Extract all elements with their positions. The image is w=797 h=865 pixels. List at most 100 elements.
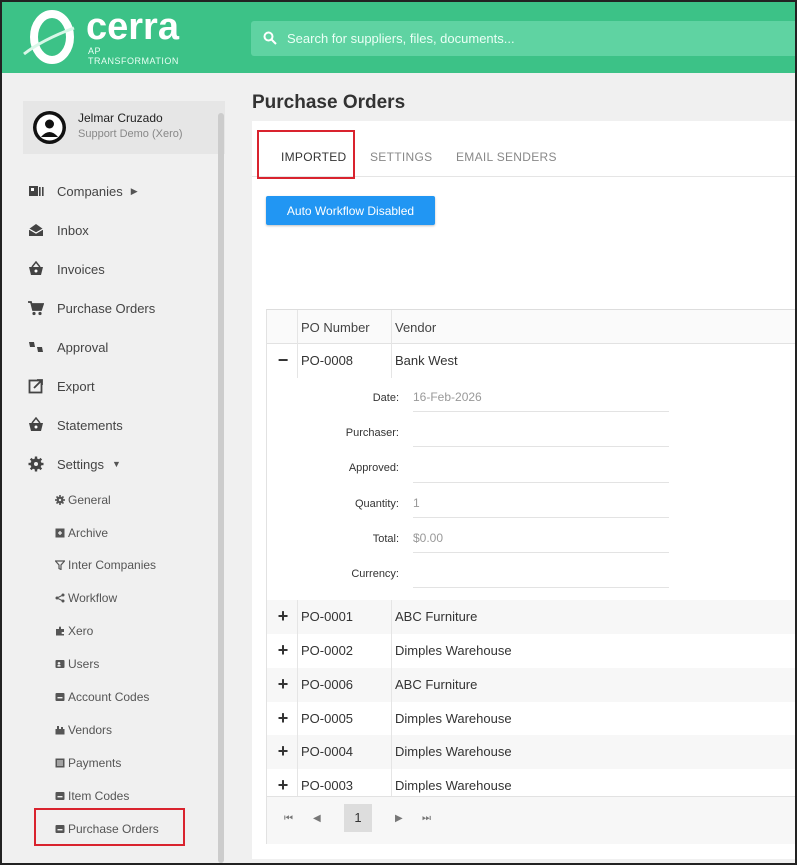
- table-row[interactable]: + PO-0006 ABC Furniture: [267, 668, 797, 702]
- settings-item-users[interactable]: Users: [55, 654, 99, 674]
- users-icon: [55, 660, 65, 668]
- sidebar-item-inbox[interactable]: Inbox: [28, 218, 89, 242]
- settings-item-label: Payments: [68, 756, 122, 770]
- expand-icon[interactable]: +: [275, 709, 291, 727]
- tab-settings[interactable]: SETTINGS: [370, 150, 432, 164]
- settings-item-vendors[interactable]: Vendors: [55, 720, 112, 740]
- search-input[interactable]: [287, 21, 787, 56]
- table-row[interactable]: + PO-0002 Dimples Warehouse: [267, 634, 797, 668]
- search-icon: [263, 31, 277, 45]
- caret-down-icon: ▼: [111, 459, 121, 469]
- sidebar-item-label: Export: [57, 378, 95, 394]
- prev-page-icon[interactable]: ◀: [313, 813, 321, 824]
- detail-value-approved[interactable]: [413, 455, 669, 483]
- cart-icon: [28, 301, 44, 316]
- avatar: [33, 111, 66, 144]
- cerra-logo[interactable]: cerra AP TRANSFORMATION: [22, 6, 192, 66]
- user-name: Jelmar Cruzado: [78, 111, 163, 125]
- expand-icon[interactable]: +: [275, 776, 291, 794]
- column-divider: [391, 600, 392, 634]
- detail-label-currency: Currency:: [351, 568, 399, 580]
- settings-item-label: Account Codes: [68, 690, 150, 704]
- tab-email-senders[interactable]: EMAIL SENDERS: [456, 150, 557, 164]
- settings-item-label: Xero: [68, 624, 94, 638]
- column-divider: [391, 735, 392, 769]
- sidebar-item-label: Inbox: [57, 222, 89, 238]
- po-grid: PO Number Vendor − PO-0008 Bank West Dat…: [266, 309, 797, 844]
- basket-icon: [29, 261, 43, 275]
- column-divider: [391, 702, 392, 736]
- column-divider: [391, 634, 392, 668]
- detail-value-date[interactable]: 16-Feb-2026: [413, 384, 669, 412]
- sidebar-item-purchase-orders[interactable]: Purchase Orders: [28, 296, 155, 320]
- settings-item-account-codes[interactable]: Account Codes: [55, 687, 149, 707]
- detail-value-total[interactable]: $0.00: [413, 525, 669, 553]
- expand-icon[interactable]: +: [275, 742, 291, 760]
- main-panel: IMPORTED SETTINGS EMAIL SENDERS Auto Wor…: [252, 121, 797, 859]
- settings-item-label: Vendors: [68, 723, 113, 737]
- sidebar-item-approval[interactable]: Approval: [28, 335, 108, 359]
- user-card[interactable]: Jelmar Cruzado Support Demo (Xero): [23, 101, 225, 154]
- sidebar-item-settings[interactable]: Settings ▼: [28, 452, 121, 476]
- table-row-expanded[interactable]: − PO-0008 Bank West: [267, 344, 797, 378]
- sidebar-item-companies[interactable]: Companies ▶: [28, 179, 138, 203]
- settings-item-inter-companies[interactable]: Inter Companies: [55, 555, 156, 575]
- expand-icon[interactable]: +: [275, 607, 291, 625]
- sidebar-scrollbar[interactable]: [218, 113, 224, 863]
- user-org: Support Demo (Xero): [78, 128, 183, 140]
- settings-item-label: Inter Companies: [68, 558, 157, 572]
- expand-icon[interactable]: +: [275, 641, 291, 659]
- sidebar-item-export[interactable]: Export: [28, 374, 95, 398]
- column-header-po-number[interactable]: PO Number: [301, 320, 370, 335]
- settings-item-archive[interactable]: Archive: [55, 523, 108, 543]
- detail-value-currency[interactable]: [413, 560, 669, 588]
- user-avatar-icon: [33, 111, 66, 144]
- expand-icon[interactable]: +: [275, 675, 291, 693]
- thumbs-icon: [29, 342, 43, 352]
- page-number-button[interactable]: 1: [344, 804, 372, 832]
- detail-label-date: Date:: [372, 392, 399, 404]
- caret-right-icon: ▶: [130, 185, 138, 196]
- vendor-cell: Bank West: [395, 353, 458, 368]
- vendor-cell: Dimples Warehouse: [395, 643, 512, 658]
- detail-value-quantity[interactable]: 1: [413, 490, 669, 518]
- sidebar-item-invoices[interactable]: Invoices: [28, 257, 105, 281]
- settings-item-payments[interactable]: Payments: [55, 753, 121, 773]
- vendor-cell: Dimples Warehouse: [395, 711, 512, 726]
- top-bar: cerra AP TRANSFORMATION: [0, 0, 797, 73]
- settings-item-label: Workflow: [68, 591, 118, 605]
- last-page-icon[interactable]: ⏭: [422, 813, 431, 824]
- first-page-icon[interactable]: ⏮: [284, 813, 293, 824]
- column-header-vendor[interactable]: Vendor: [395, 320, 436, 335]
- table-row[interactable]: + PO-0005 Dimples Warehouse: [267, 702, 797, 736]
- column-divider: [391, 668, 392, 702]
- detail-value-purchaser[interactable]: [413, 419, 669, 447]
- po-number-cell: PO-0002: [301, 643, 354, 658]
- basket-icon: [29, 417, 43, 431]
- sidebar-item-statements[interactable]: Statements: [28, 413, 123, 437]
- settings-item-general[interactable]: General: [55, 490, 111, 510]
- table-row[interactable]: + PO-0004 Dimples Warehouse: [267, 735, 797, 769]
- po-number-cell: PO-0008: [301, 353, 354, 368]
- sidebar-item-label: Statements: [57, 417, 123, 433]
- logo-mark-icon: [23, 10, 75, 64]
- collapse-icon[interactable]: −: [275, 351, 291, 369]
- settings-item-label: Users: [68, 657, 100, 671]
- settings-item-xero[interactable]: Xero: [55, 621, 93, 641]
- settings-item-workflow[interactable]: Workflow: [55, 588, 117, 608]
- gear-icon: [28, 456, 44, 472]
- vendor-cell: Dimples Warehouse: [395, 778, 512, 793]
- archive-icon: [55, 528, 65, 538]
- companies-icon: [29, 186, 44, 196]
- search-bar[interactable]: [251, 21, 797, 56]
- vendors-icon: [55, 726, 65, 735]
- next-page-icon[interactable]: ▶: [395, 813, 403, 824]
- inbox-icon: [28, 224, 44, 236]
- vendor-cell: Dimples Warehouse: [395, 744, 512, 759]
- table-row[interactable]: + PO-0001 ABC Furniture: [267, 600, 797, 634]
- auto-workflow-button[interactable]: Auto Workflow Disabled: [266, 196, 435, 225]
- settings-item-item-codes[interactable]: Item Codes: [55, 786, 129, 806]
- sidebar-item-label: Invoices: [57, 261, 105, 277]
- column-divider: [297, 634, 298, 668]
- po-number-cell: PO-0003: [301, 778, 354, 793]
